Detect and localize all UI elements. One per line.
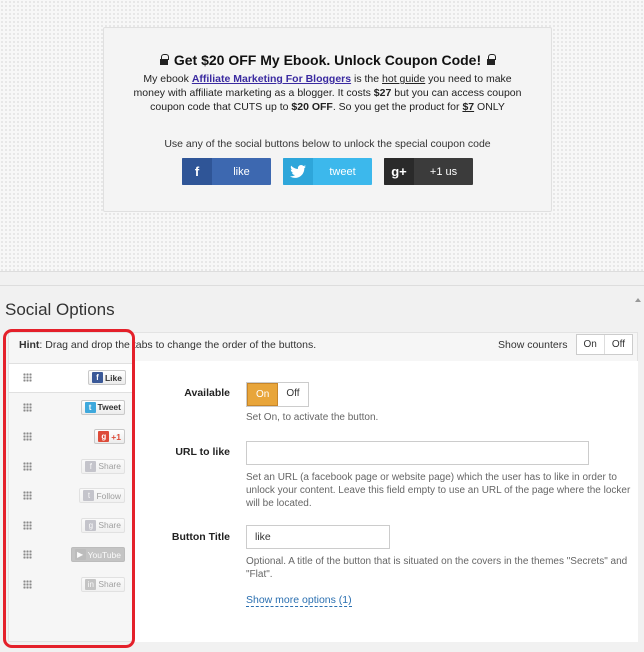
facebook-like-button[interactable]: f like (182, 158, 271, 185)
drag-handle-icon[interactable] (23, 373, 32, 383)
available-toggle: On Off (246, 382, 309, 407)
counters-on-button[interactable]: On (576, 335, 605, 354)
google-plus-button[interactable]: g+ +1 us (384, 158, 473, 185)
facebook-icon: f (182, 158, 212, 185)
drag-handle-icon[interactable] (23, 579, 32, 589)
google-plus-icon: g (85, 519, 97, 531)
tab-linkedin-share[interactable]: in Share (9, 570, 133, 600)
locker-title-text: Get $20 OFF My Ebook. Unlock Coupon Code… (173, 52, 482, 68)
tab-facebook-like[interactable]: f Like (9, 363, 134, 393)
locker-hint: Use any of the social buttons below to u… (164, 138, 491, 150)
available-on-button[interactable]: On (247, 383, 279, 406)
tab-google-plus[interactable]: g +1 (9, 422, 133, 452)
locker-description: My ebook Affiliate Marketing For Blogger… (133, 73, 522, 113)
available-label: Available (184, 387, 230, 399)
social-options-box: Hint: Drag and drop the tabs to change t… (8, 332, 638, 642)
tab-twitter-follow[interactable]: t Follow (9, 481, 133, 511)
collapse-arrow-icon[interactable] (635, 298, 641, 302)
google-share-mini-button: g Share (81, 517, 125, 533)
counters-label: Show counters (498, 338, 568, 351)
facebook-icon: f (91, 372, 103, 384)
panel-title: Social Options (5, 300, 115, 319)
google-plus-icon: g (98, 431, 110, 443)
drag-handle-icon[interactable] (23, 432, 32, 442)
button-settings-pane: Available On Off Set On, to activate the… (132, 361, 638, 642)
twitter-tweet-button[interactable]: tweet (283, 158, 372, 185)
youtube-icon: ▶ (74, 549, 86, 561)
hint-text: Hint: Drag and drop the tabs to change t… (19, 339, 317, 351)
facebook-share-mini-button: f Share (81, 458, 125, 474)
show-counters-control: Show counters On Off (498, 334, 633, 355)
twitter-icon: t (83, 490, 95, 502)
tab-twitter-tweet[interactable]: t Tweet (9, 393, 133, 423)
locker-title: Get $20 OFF My Ebook. Unlock Coupon Code… (104, 52, 551, 68)
button-tabs: f Like t Tweet g +1 f Share t Follow g S… (9, 363, 134, 600)
lock-icon (487, 53, 497, 66)
social-buttons: f like tweet g+ +1 us (104, 158, 551, 185)
twitter-icon: t (84, 401, 96, 413)
drag-handle-icon[interactable] (23, 402, 32, 412)
linkedin-share-mini-button: in Share (81, 576, 125, 592)
url-help: Set an URL (a facebook page or website p… (246, 472, 631, 509)
tab-youtube[interactable]: ▶ YouTube (9, 540, 133, 570)
button-title-label: Button Title (171, 531, 230, 543)
youtube-mini-button: ▶ YouTube (70, 547, 125, 563)
show-more-options-link[interactable]: Show more options (1) (246, 594, 352, 607)
facebook-icon: f (85, 460, 97, 472)
tab-google-share[interactable]: g Share (9, 511, 133, 541)
available-off-button[interactable]: Off (278, 383, 307, 406)
twitter-icon (283, 158, 313, 185)
google-plus-icon: g+ (384, 158, 414, 185)
available-help: Set On, to activate the button. (246, 412, 379, 423)
counters-toggle: On Off (575, 334, 633, 355)
button-title-input[interactable]: like (246, 525, 390, 549)
drag-handle-icon[interactable] (23, 491, 32, 501)
linkedin-icon: in (85, 578, 97, 590)
button-title-help: Optional. A title of the button that is … (246, 556, 628, 580)
google-plus-mini-button: g +1 (94, 429, 125, 445)
facebook-like-mini-button: f Like (87, 370, 126, 386)
social-options-panel: Social Options Hint: Drag and drop the t… (0, 285, 644, 652)
url-label: URL to like (175, 446, 230, 458)
drag-handle-icon[interactable] (23, 550, 32, 560)
ebook-link[interactable]: Affiliate Marketing For Bloggers (192, 73, 351, 85)
drag-handle-icon[interactable] (23, 520, 32, 530)
locker-preview-area: Get $20 OFF My Ebook. Unlock Coupon Code… (0, 0, 644, 272)
twitter-tweet-mini-button: t Tweet (80, 399, 125, 415)
content-locker: Get $20 OFF My Ebook. Unlock Coupon Code… (103, 27, 552, 212)
twitter-follow-mini-button: t Follow (79, 488, 125, 504)
tab-facebook-share[interactable]: f Share (9, 452, 133, 482)
drag-handle-icon[interactable] (23, 461, 32, 471)
lock-icon (159, 53, 169, 66)
url-input[interactable] (246, 441, 589, 465)
counters-off-button[interactable]: Off (605, 335, 632, 354)
